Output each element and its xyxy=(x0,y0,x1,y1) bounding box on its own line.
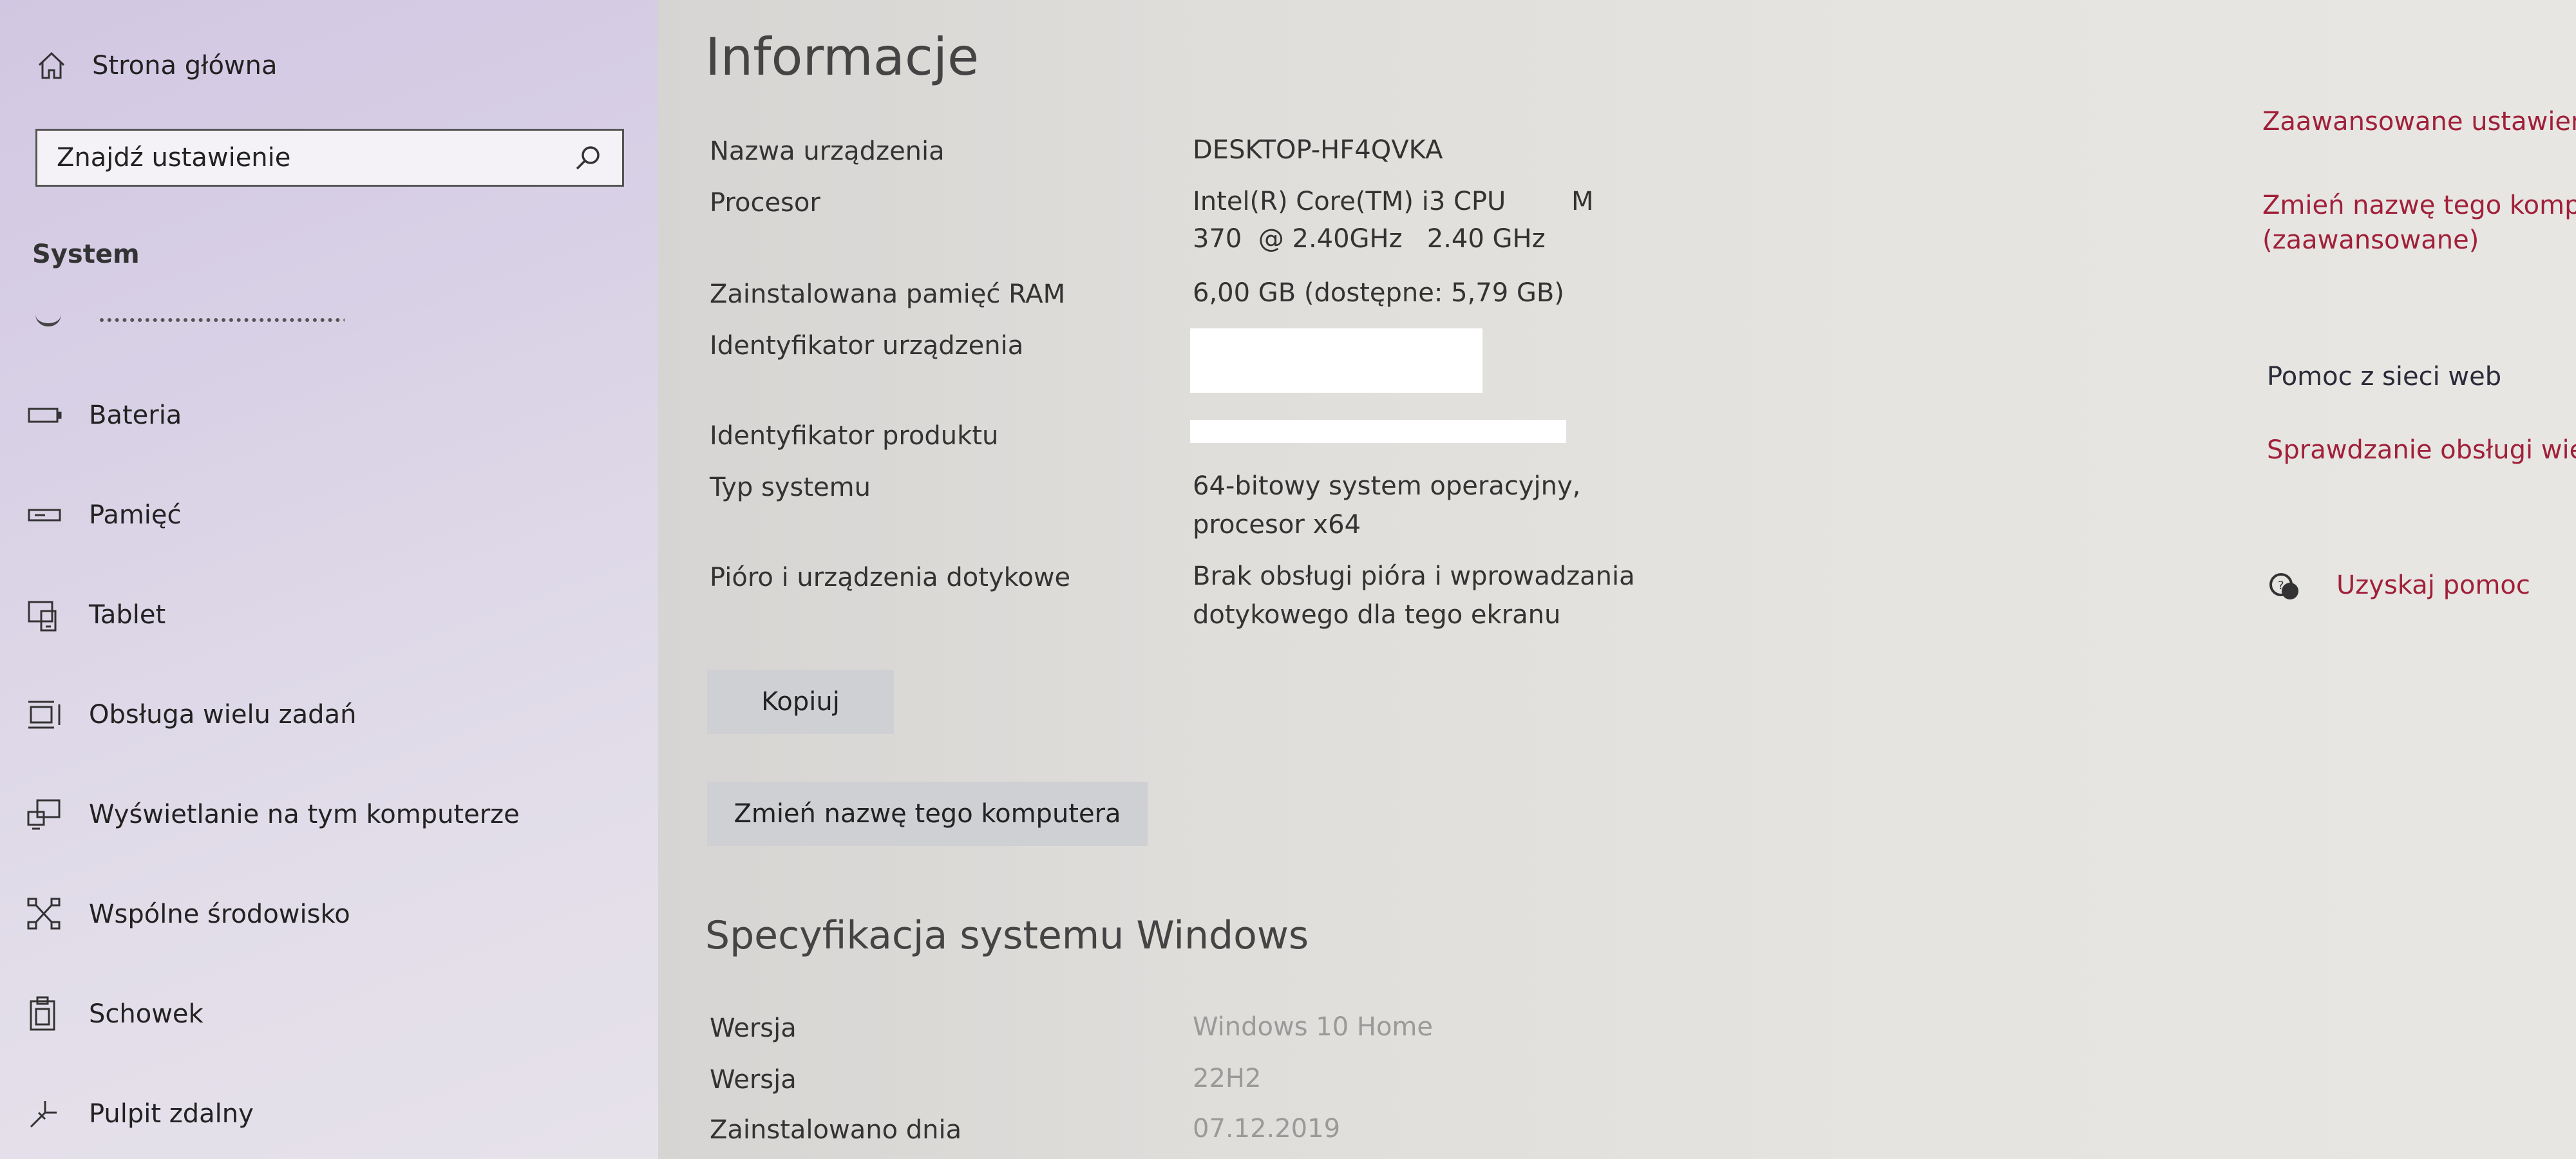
win-spec-value-version: 22H2 xyxy=(1193,1064,1262,1093)
sidebar-item-label: Pulpit zdalny xyxy=(89,1099,254,1129)
advanced-system-settings-link[interactable]: Zaawansowane ustawieni xyxy=(2262,107,2576,137)
clipboard-icon xyxy=(30,996,55,1031)
redacted-product-id xyxy=(1190,420,1566,443)
section-title: System xyxy=(32,240,140,269)
search-placeholder: Znajdź ustawienie xyxy=(57,143,291,173)
windows-spec-heading: Specyfikacja systemu Windows xyxy=(705,913,1309,958)
sidebar-item-clipboard[interactable]: Schowek xyxy=(26,992,204,1037)
win-spec-value-installed-on: 07.12.2019 xyxy=(1193,1114,1341,1144)
sidebar-item-label: Bateria xyxy=(89,400,182,430)
spec-value-system-type-line1: 64-bitowy system operacyjny, xyxy=(1193,471,1581,501)
home-nav-item[interactable]: Strona główna xyxy=(35,46,278,85)
spec-label-device-name: Nazwa urządzenia xyxy=(710,137,945,166)
sidebar-item-storage[interactable]: Pamięć xyxy=(26,493,182,538)
win-spec-value-edition: Windows 10 Home xyxy=(1193,1012,1434,1042)
copy-button[interactable]: Kopiuj xyxy=(707,670,894,734)
spec-value-pen-touch-line1: Brak obsługi pióra i wprowadzania xyxy=(1193,561,1635,591)
home-icon xyxy=(38,52,65,79)
sidebar-item-label: Pamięć xyxy=(89,500,182,530)
sidebar-item-label: Tablet xyxy=(89,600,166,630)
shared-experiences-icon xyxy=(27,898,61,930)
sidebar-item-label: Wspólne środowisko xyxy=(89,900,350,929)
spec-label-ram: Zainstalowana pamięć RAM xyxy=(710,279,1066,309)
spec-value-ram: 6,00 GB (dostępne: 5,79 GB) xyxy=(1193,278,1564,308)
storage-icon xyxy=(28,509,61,522)
sidebar-item-battery[interactable]: Bateria xyxy=(26,393,182,438)
sidebar-item-multitasking[interactable]: Obsługa wielu zadań xyxy=(26,692,356,737)
get-help-link[interactable]: Uzyskaj pomoc xyxy=(2336,570,2530,600)
spec-label-system-type: Typ systemu xyxy=(710,473,871,502)
page-title: Informacje xyxy=(705,27,980,87)
related-settings-panel: Zaawansowane ustawieni Zmień nazwę tego … xyxy=(2254,0,2576,1159)
remote-desktop-icon xyxy=(30,1101,57,1128)
search-icon[interactable] xyxy=(573,143,603,173)
spec-value-processor-line2: 370 @ 2.40GHz 2.40 GHz xyxy=(1193,224,1546,254)
spec-label-processor: Procesor xyxy=(710,188,820,218)
sidebar-item-projecting[interactable]: Wyświetlanie na tym komputerze xyxy=(26,792,520,837)
spec-label-product-id: Identyfikator produktu xyxy=(710,421,999,451)
spec-label-device-id: Identyfikator urządzenia xyxy=(710,331,1024,361)
svg-text:?: ? xyxy=(2278,579,2284,592)
win-spec-label-edition: Wersja xyxy=(710,1013,797,1043)
web-help-title: Pomoc z sieci web xyxy=(2267,362,2502,391)
win-spec-label-version: Wersja xyxy=(710,1065,797,1095)
spec-value-processor-line1: Intel(R) Core(TM) i3 CPU M xyxy=(1193,187,1594,216)
rename-pc-advanced-link-line2[interactable]: (zaawansowane) xyxy=(2262,225,2479,255)
spec-value-system-type-line2: procesor x64 xyxy=(1193,510,1361,540)
win-spec-label-installed-on: Zainstalowano dnia xyxy=(710,1115,962,1145)
sidebar-item-shared-experiences[interactable]: Wspólne środowisko xyxy=(26,892,350,937)
spec-value-pen-touch-line2: dotykowego dla tego ekranu xyxy=(1193,600,1561,630)
partially-hidden-nav-item[interactable] xyxy=(35,314,345,330)
tablet-icon xyxy=(28,601,57,632)
rename-pc-advanced-link[interactable]: Zmień nazwę tego komp xyxy=(2262,191,2576,220)
get-help-icon[interactable]: ? xyxy=(2267,569,2303,605)
hidden-item-label xyxy=(100,318,345,326)
home-label: Strona główna xyxy=(92,51,278,80)
multitasking-icon xyxy=(28,701,61,729)
sidebar-item-remote-desktop[interactable]: Pulpit zdalny xyxy=(26,1091,254,1136)
battery-icon xyxy=(28,408,62,423)
check-support-link[interactable]: Sprawdzanie obsługi wie xyxy=(2267,435,2576,465)
sidebar-item-label: Wyświetlanie na tym komputerze xyxy=(89,800,520,829)
sidebar-item-label: Obsługa wielu zadań xyxy=(89,700,357,730)
projecting-icon xyxy=(27,799,61,830)
settings-search-input[interactable]: Znajdź ustawienie xyxy=(35,129,624,187)
redacted-device-id xyxy=(1190,328,1482,393)
sidebar: Strona główna Znajdź ustawienie System B… xyxy=(0,0,658,1159)
spec-label-pen-touch: Pióro i urządzenia dotykowe xyxy=(710,563,1071,592)
sidebar-item-label: Schowek xyxy=(89,999,204,1029)
sidebar-item-tablet[interactable]: Tablet xyxy=(26,592,166,637)
spec-value-device-name: DESKTOP-HF4QVKA xyxy=(1193,135,1443,165)
chevron-icon xyxy=(35,314,61,326)
rename-pc-button[interactable]: Zmień nazwę tego komputera xyxy=(707,782,1148,846)
